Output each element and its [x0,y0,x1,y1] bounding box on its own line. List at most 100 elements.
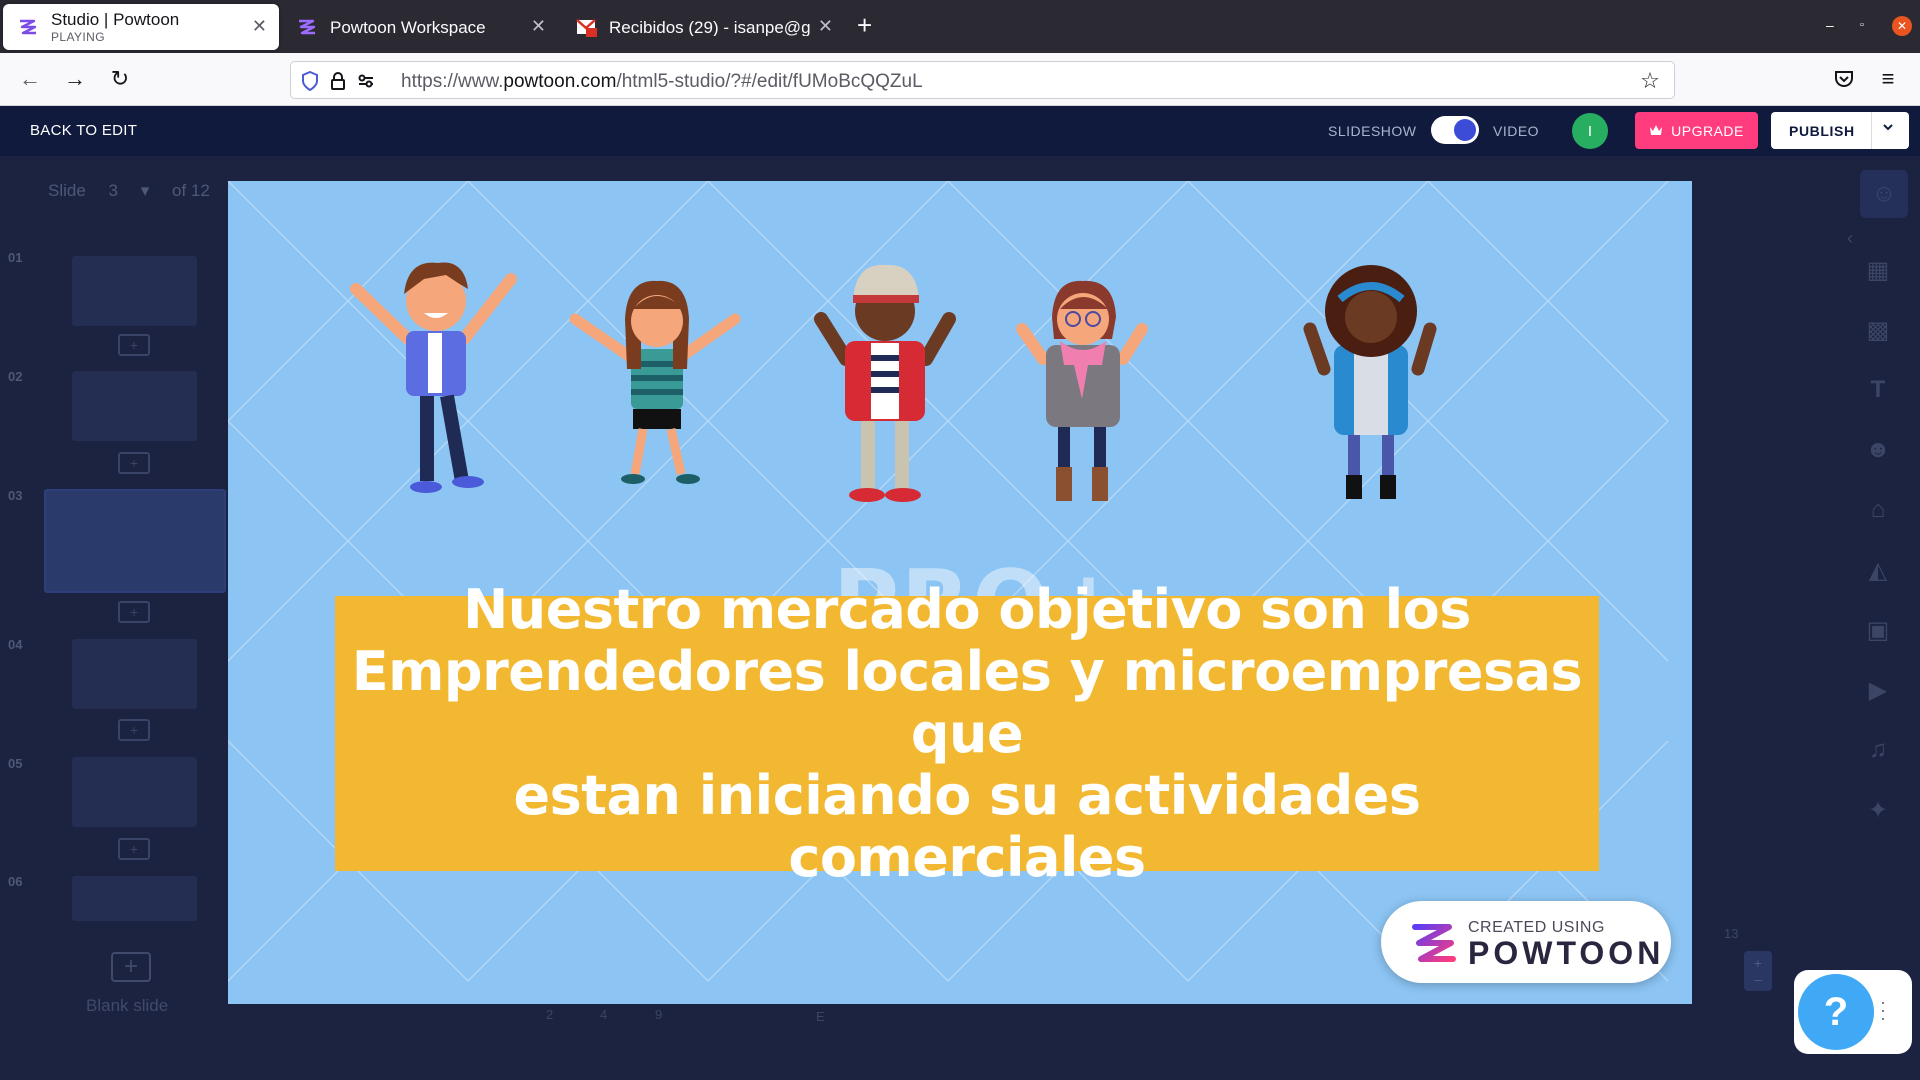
characters-icon[interactable]: ☻ [1860,432,1896,468]
new-tab-icon[interactable]: + [857,12,872,38]
help-button[interactable]: ? [1798,974,1874,1050]
character-avatar-icon[interactable]: ☺ [1860,170,1908,218]
character-man-blue-jacket [350,262,517,493]
back-arrow-icon[interactable]: ← [16,65,44,93]
slide-thumbnail[interactable] [72,639,197,709]
banner-text: Nuestro mercado objetivo son los Emprend… [335,577,1599,889]
add-slide-icon[interactable]: + [118,838,150,860]
animation-icon[interactable]: ✦ [1860,792,1896,828]
slide-thumbnail[interactable] [72,371,197,441]
publish-divider [1871,112,1872,149]
close-tab-icon[interactable]: ✕ [818,16,833,37]
tab-title: Recibidos (29) - isanpe@g [609,18,811,36]
url-bar[interactable]: https://www.powtoon.com/html5-studio/?#/… [290,61,1675,99]
slide-label: Slide [48,181,86,200]
menu-hamburger-icon[interactable]: ≡ [1874,65,1902,93]
character-woman-curly-hair [1303,265,1437,499]
powtoon-top-bar: BACK TO EDIT SLIDESHOW VIDEO I UPGRADE P… [0,106,1920,156]
thumbnail-number: 04 [8,637,23,652]
created-using-powtoon-badge[interactable]: CREATED USING POWTOON [1381,901,1671,983]
blank-slide-button[interactable]: Blank slide [86,996,168,1016]
banner-line: Emprendedores locales y microempresas qu… [351,639,1583,765]
slide-navigator: Slide 3 ▾ of 12 [48,181,228,201]
tab-studio-powtoon[interactable]: Studio | Powtoon PLAYING ✕ [3,4,279,50]
video-icon[interactable]: ▶ [1860,672,1896,708]
slide-thumbnail[interactable] [72,256,197,326]
minimize-icon[interactable]: – [1826,17,1834,33]
banner-line: Nuestro mercado objetivo son los [463,577,1471,641]
add-slide-icon[interactable]: + [118,601,150,623]
browser-tab-bar: Studio | Powtoon PLAYING ✕ Powtoon Works… [0,0,1920,53]
tab-gmail[interactable]: Recibidos (29) - isanpe@g ✕ [561,4,837,50]
thumbnail-number: 06 [8,874,23,889]
user-avatar[interactable]: I [1572,113,1608,149]
add-slide-icon[interactable]: + [118,334,150,356]
zoom-out-icon[interactable]: – [1754,971,1762,987]
pocket-icon[interactable] [1830,65,1858,93]
character-girl-striped-shirt [569,280,741,484]
character-boy-red-vest [814,264,956,502]
banner-line: estan iniciando su actividades comercial… [513,763,1421,889]
text-icon[interactable]: T [1860,372,1896,408]
zoom-in-icon[interactable]: + [1754,955,1762,971]
tab-title: Powtoon Workspace [330,18,486,36]
reload-icon[interactable]: ↻ [106,65,134,93]
slide-thumbnail[interactable] [72,876,197,921]
slideshow-label[interactable]: SLIDESHOW [1328,123,1417,139]
timeline-marker: 9 [655,1007,663,1022]
publish-label: PUBLISH [1789,123,1855,139]
help-widget[interactable]: ? · · · [1794,970,1912,1054]
music-icon[interactable]: ♫ [1860,732,1896,768]
slide-thumbnail-selected[interactable] [44,489,226,593]
thumbnail-number: 03 [8,488,23,503]
powtoon-favicon-icon [296,16,318,38]
character-woman-pink-scarf [1016,280,1148,501]
forward-arrow-icon[interactable]: → [61,65,89,93]
collapse-panel-icon[interactable]: ‹ [1832,220,1868,256]
timeline-marker: 2 [546,1007,554,1022]
chevron-down-icon[interactable] [1881,120,1895,137]
right-toolbar: ☺ ‹ ▦ ▩ T ☻ ⌂ ◭ ▣ ▶ ♫ ✦ [1847,156,1920,1080]
tab-powtoon-workspace[interactable]: Powtoon Workspace ✕ [282,4,558,50]
layouts-icon[interactable]: ▦ [1860,252,1896,288]
slideshow-video-toggle[interactable] [1431,116,1479,144]
timeline-marker: 4 [600,1007,608,1022]
permissions-icon[interactable] [355,70,377,92]
tab-subtitle: PLAYING [51,30,105,43]
crown-icon [1649,123,1663,139]
close-tab-icon[interactable]: ✕ [531,16,546,37]
bookmark-star-icon[interactable]: ☆ [1639,68,1661,93]
media-icon[interactable]: ▣ [1860,612,1896,648]
window-close-icon[interactable]: ✕ [1892,16,1912,36]
blank-slide-icon[interactable]: + [111,952,151,982]
current-slide-value: 3 [108,181,119,200]
close-tab-icon[interactable]: ✕ [252,16,267,37]
thumbnail-number: 02 [8,369,23,384]
video-label[interactable]: VIDEO [1493,123,1539,139]
back-to-edit-button[interactable]: BACK TO EDIT [30,122,137,139]
more-options-icon[interactable]: · · · [1880,993,1886,1027]
thumbnail-number: 01 [8,250,23,265]
add-slide-icon[interactable]: + [118,719,150,741]
upgrade-button[interactable]: UPGRADE [1635,112,1758,149]
slide-thumbnail[interactable] [72,757,197,827]
url-text[interactable]: https://www.powtoon.com/html5-studio/?#/… [401,71,923,93]
browser-nav-bar: ← → ↻ https://www.powtoon.com/html5-stud… [0,53,1920,106]
zoom-control[interactable]: + – [1744,951,1772,991]
shapes-icon[interactable]: ◭ [1860,552,1896,588]
background-icon[interactable]: ▩ [1860,312,1896,348]
url-prefix: https://www. [401,71,504,92]
slide-stage: PRO+ Nuestro mercado objetivo son los Em… [228,181,1692,1004]
maximize-icon[interactable]: ▫ [1860,19,1864,31]
slide-total: of 12 [172,181,210,200]
add-slide-icon[interactable]: + [118,452,150,474]
badge-brand-text: POWTOON [1468,935,1665,971]
current-slide-select[interactable]: 3 ▾ [109,181,150,200]
shield-icon[interactable] [299,70,321,92]
props-icon[interactable]: ⌂ [1860,492,1896,528]
thumbnail-number: 05 [8,756,23,771]
url-domain: powtoon.com [503,71,617,92]
publish-button[interactable]: PUBLISH [1771,112,1909,149]
lock-icon[interactable] [327,70,349,92]
powtoon-favicon-icon [17,16,39,38]
